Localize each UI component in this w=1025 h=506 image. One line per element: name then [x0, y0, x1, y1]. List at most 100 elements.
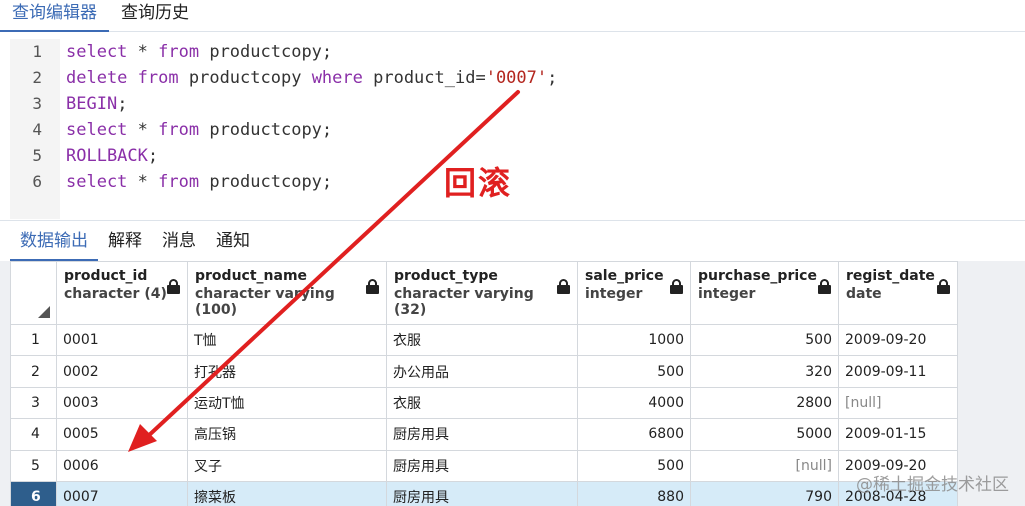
cell-product-name[interactable]: 运动T恤	[187, 386, 387, 420]
table-row[interactable]: 1 0001 T恤 衣服 1000 500 2009-09-20	[10, 323, 958, 357]
column-type: integer	[585, 286, 643, 302]
row-number[interactable]: 4	[10, 418, 57, 451]
cell-product-id[interactable]: 0005	[56, 418, 188, 451]
code-line[interactable]: select * from productcopy;	[66, 169, 1025, 195]
sql-editor[interactable]: 123456 select * from productcopy; delete …	[0, 33, 1025, 219]
tab-notifications[interactable]: 通知	[206, 221, 260, 261]
cell-purchase-price[interactable]: [null]	[690, 449, 839, 482]
lock-icon	[366, 279, 379, 294]
line-number: 5	[32, 146, 42, 165]
row-number[interactable]: 3	[10, 386, 57, 420]
tab-messages[interactable]: 消息	[152, 221, 206, 261]
row-number[interactable]: 5	[10, 449, 57, 482]
code-line[interactable]: select * from productcopy;	[66, 39, 1025, 65]
cell-product-type[interactable]: 衣服	[386, 386, 578, 420]
cell-product-type[interactable]: 厨房用具	[386, 418, 578, 451]
line-number: 4	[32, 120, 42, 139]
cell-regist-date[interactable]: 2009-09-20	[838, 323, 958, 357]
cell-regist-date[interactable]: [null]	[838, 386, 958, 420]
cell-purchase-price[interactable]: 320	[690, 355, 839, 388]
cell-product-name[interactable]: 打孔器	[187, 355, 387, 388]
cell-purchase-price[interactable]: 2800	[690, 386, 839, 420]
cell-product-id[interactable]: 0002	[56, 355, 188, 388]
cell-regist-date[interactable]: 2009-01-15	[838, 418, 958, 451]
cell-product-type[interactable]: 厨房用具	[386, 480, 578, 506]
table-row[interactable]: 6 0007 擦菜板 厨房用具 880 790 2008-04-28	[10, 480, 958, 506]
sql-keyword: select	[66, 120, 128, 140]
cell-sale-price[interactable]: 6800	[577, 418, 691, 451]
tab-query-editor[interactable]: 查询编辑器	[0, 0, 109, 32]
sql-keyword: ROLLBACK	[66, 146, 148, 166]
line-number: 3	[32, 94, 42, 113]
cell-product-type[interactable]: 厨房用具	[386, 449, 578, 482]
table-row[interactable]: 4 0005 高压锅 厨房用具 6800 5000 2009-01-15	[10, 418, 958, 451]
row-number[interactable]: 6	[10, 480, 57, 506]
table-row[interactable]: 5 0006 叉子 厨房用具 500 [null] 2009-09-20	[10, 449, 958, 482]
column-header-product-id[interactable]: product_id character (4)	[56, 261, 188, 325]
sql-keyword: from	[158, 172, 200, 192]
cell-product-name[interactable]: T恤	[187, 323, 387, 357]
code-line[interactable]: ROLLBACK;	[66, 143, 1025, 169]
sql-keyword: from	[158, 120, 200, 140]
cell-sale-price[interactable]: 500	[577, 355, 691, 388]
tab-data-output[interactable]: 数据输出	[10, 221, 98, 261]
cell-regist-date[interactable]: 2009-09-11	[838, 355, 958, 388]
sql-string: '0007'	[485, 68, 548, 88]
cell-purchase-price[interactable]: 790	[690, 480, 839, 506]
query-tool-tabs: 查询编辑器 查询历史	[0, 0, 1025, 32]
line-number: 1	[32, 42, 42, 61]
cell-product-id[interactable]: 0007	[56, 480, 188, 506]
code-line[interactable]: BEGIN;	[66, 91, 1025, 117]
column-type: integer	[698, 286, 756, 302]
row-number[interactable]: 2	[10, 355, 57, 388]
column-header-product-name[interactable]: product_name character varying (100)	[187, 261, 387, 325]
sql-keyword: from	[137, 68, 179, 88]
corner-triangle-icon	[38, 306, 50, 318]
column-header-product-type[interactable]: product_type character varying (32)	[386, 261, 578, 325]
cell-product-name[interactable]: 叉子	[187, 449, 387, 482]
watermark: @稀土掘金技术社区	[856, 475, 1009, 495]
cell-product-name[interactable]: 高压锅	[187, 418, 387, 451]
cell-product-id[interactable]: 0001	[56, 323, 188, 357]
sql-text: productcopy;	[199, 120, 333, 140]
cell-product-name[interactable]: 擦菜板	[187, 480, 387, 506]
cell-product-id[interactable]: 0006	[56, 449, 188, 482]
sql-text: ;	[147, 146, 159, 166]
tab-query-history[interactable]: 查询历史	[109, 0, 201, 32]
code-line[interactable]: delete from productcopy where product_id…	[66, 65, 1025, 91]
sql-text: *	[127, 120, 159, 140]
cell-product-type[interactable]: 办公用品	[386, 355, 578, 388]
column-header-purchase-price[interactable]: purchase_price integer	[690, 261, 839, 325]
table-row[interactable]: 3 0003 运动T恤 衣服 4000 2800 [null]	[10, 386, 958, 420]
lock-icon	[670, 279, 683, 294]
column-header-regist-date[interactable]: regist_date date	[838, 261, 958, 325]
cell-sale-price[interactable]: 880	[577, 480, 691, 506]
cell-purchase-price[interactable]: 5000	[690, 418, 839, 451]
sql-text: productcopy;	[199, 172, 333, 192]
sql-keyword: select	[66, 172, 128, 192]
select-all-corner[interactable]	[10, 261, 57, 325]
sql-keyword: select	[66, 42, 128, 62]
tab-explain[interactable]: 解释	[98, 221, 152, 261]
column-header-sale-price[interactable]: sale_priceinteger	[577, 261, 691, 325]
row-number[interactable]: 1	[10, 323, 57, 357]
cell-product-id[interactable]: 0003	[56, 386, 188, 420]
output-tabs: 数据输出 解释 消息 通知	[0, 220, 1025, 261]
code-line[interactable]: select * from productcopy;	[66, 117, 1025, 143]
sql-text: productcopy;	[199, 42, 333, 62]
sql-text: product_id=	[362, 68, 486, 88]
line-number: 6	[32, 172, 42, 191]
table-row[interactable]: 2 0002 打孔器 办公用品 500 320 2009-09-11	[10, 355, 958, 388]
cell-purchase-price[interactable]: 500	[690, 323, 839, 357]
cell-sale-price[interactable]: 500	[577, 449, 691, 482]
column-name: product_type	[394, 268, 498, 284]
column-name: product_name	[195, 268, 308, 284]
sql-code[interactable]: select * from productcopy; delete from pr…	[66, 39, 1025, 195]
sql-keyword: delete	[66, 68, 128, 88]
cell-sale-price[interactable]: 4000	[577, 386, 691, 420]
column-name: sale_price	[585, 268, 664, 284]
cell-product-type[interactable]: 衣服	[386, 323, 578, 357]
lock-icon	[167, 279, 180, 294]
cell-sale-price[interactable]: 1000	[577, 323, 691, 357]
